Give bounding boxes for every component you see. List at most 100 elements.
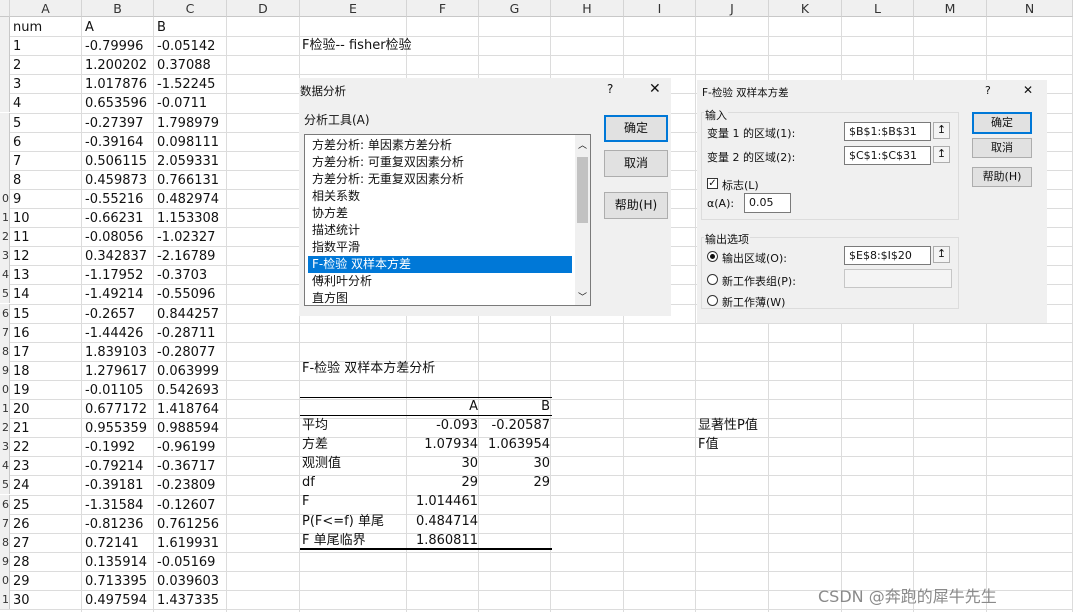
num-cell[interactable]: 12 [13, 247, 30, 266]
num-cell[interactable]: 3 [13, 75, 21, 94]
b-value-cell[interactable]: 1.437335 [157, 591, 219, 610]
a-value-cell[interactable]: 0.506115 [85, 152, 147, 171]
a-value-cell[interactable]: 0.72141 [85, 534, 139, 553]
row-header[interactable] [0, 17, 10, 36]
row-header[interactable]: 3 [0, 246, 10, 265]
num-cell[interactable]: 26 [13, 515, 30, 534]
tools-listbox[interactable]: 方差分析: 单因素方差分析 方差分析: 可重复双因素分析 方差分析: 无重复双因素分… [304, 134, 591, 306]
row-header[interactable]: 2 [0, 227, 10, 246]
b-value-cell[interactable]: -1.02327 [157, 228, 215, 247]
new-sheet-input[interactable] [844, 269, 952, 288]
b-value-cell[interactable]: 2.059331 [157, 152, 219, 171]
num-cell[interactable]: 2 [13, 56, 21, 75]
b-value-cell[interactable]: 1.619931 [157, 534, 219, 553]
b-value-cell[interactable]: -0.05169 [157, 553, 215, 572]
num-cell[interactable]: 23 [13, 457, 30, 476]
num-cell[interactable]: 22 [13, 438, 30, 457]
cancel-button[interactable]: 取消 [972, 138, 1032, 158]
a-value-cell[interactable]: -0.81236 [85, 515, 143, 534]
num-cell[interactable]: 13 [13, 266, 30, 285]
a-value-cell[interactable]: -0.01105 [85, 381, 143, 400]
num-cell[interactable]: 29 [13, 572, 30, 591]
b-value-cell[interactable]: 0.098111 [157, 133, 219, 152]
select-all-corner[interactable] [0, 0, 10, 17]
row-header[interactable]: 9 [0, 552, 10, 571]
scroll-thumb[interactable] [577, 157, 588, 223]
b-value-cell[interactable]: 0.482974 [157, 190, 219, 209]
a-value-cell[interactable]: 0.459873 [85, 171, 147, 190]
alpha-input[interactable]: 0.05 [744, 193, 791, 213]
a-value-cell[interactable]: 0.497594 [85, 591, 147, 610]
a-value-cell[interactable]: 0.677172 [85, 400, 147, 419]
a-value-cell[interactable]: -0.27397 [85, 114, 143, 133]
num-cell[interactable]: 8 [13, 171, 21, 190]
close-icon[interactable]: ✕ [1023, 83, 1033, 97]
a-value-cell[interactable]: 1.017876 [85, 75, 147, 94]
row-header[interactable]: 0 [0, 189, 10, 208]
a-value-cell[interactable]: 0.653596 [85, 94, 147, 113]
b-value-cell[interactable]: 0.988594 [157, 419, 219, 438]
b-value-cell[interactable]: 1.418764 [157, 400, 219, 419]
b-value-cell[interactable]: -0.3703 [157, 266, 207, 285]
row-header[interactable]: 3 [0, 437, 10, 456]
num-cell[interactable]: 9 [13, 190, 21, 209]
new-sheet-radio[interactable] [707, 274, 718, 285]
collapse-ref-icon[interactable]: ↥ [933, 146, 950, 163]
b-value-cell[interactable]: 0.039603 [157, 572, 219, 591]
ok-button[interactable]: 确定 [972, 112, 1032, 134]
num-cell[interactable]: 28 [13, 553, 30, 572]
column-header-A[interactable]: A [10, 0, 82, 17]
tool-list-item[interactable]: 描述统计 [308, 222, 572, 239]
a-value-cell[interactable]: -0.55216 [85, 190, 143, 209]
row-header[interactable]: 6 [0, 495, 10, 514]
tool-list-item[interactable]: 方差分析: 单因素方差分析 [308, 137, 572, 154]
tool-list-item[interactable]: 方差分析: 无重复双因素分析 [308, 171, 572, 188]
column-header-F[interactable]: F [407, 0, 479, 17]
row-header[interactable] [0, 36, 10, 55]
tool-list-item[interactable]: 协方差 [308, 205, 572, 222]
num-cell[interactable]: 27 [13, 534, 30, 553]
row-header[interactable]: 4 [0, 456, 10, 475]
column-header-E[interactable]: E [300, 0, 407, 17]
a-value-cell[interactable]: -1.49214 [85, 285, 143, 304]
help-button[interactable]: 帮助(H) [604, 192, 668, 219]
row-header[interactable]: 4 [0, 265, 10, 284]
b-value-cell[interactable]: -0.12607 [157, 496, 215, 515]
a-value-cell[interactable]: 0.955359 [85, 419, 147, 438]
tools-scrollbar[interactable]: ︿ ﹀ [575, 135, 590, 305]
tool-list-item[interactable]: F-检验 双样本方差 [308, 256, 572, 273]
num-cell[interactable]: 1 [13, 37, 21, 56]
new-book-radio[interactable] [707, 295, 718, 306]
row-header[interactable] [0, 113, 10, 132]
a-value-cell[interactable]: -0.79214 [85, 457, 143, 476]
header-cell[interactable]: B [157, 18, 166, 37]
chevron-up-icon[interactable]: ︿ [578, 138, 587, 151]
b-value-cell[interactable]: -0.36717 [157, 457, 215, 476]
row-header[interactable]: 1 [0, 399, 10, 418]
b-value-cell[interactable]: -0.0711 [157, 94, 207, 113]
a-value-cell[interactable]: -1.17952 [85, 266, 143, 285]
column-header-B[interactable]: B [82, 0, 154, 17]
a-value-cell[interactable]: 0.713395 [85, 572, 147, 591]
row-header[interactable]: 7 [0, 323, 10, 342]
tool-list-item[interactable]: 指数平滑 [308, 239, 572, 256]
row-header[interactable]: 1 [0, 590, 10, 609]
num-cell[interactable]: 16 [13, 324, 30, 343]
column-header-L[interactable]: L [842, 0, 914, 17]
row-header[interactable]: 5 [0, 284, 10, 303]
num-cell[interactable]: 4 [13, 94, 21, 113]
b-value-cell[interactable]: 0.761256 [157, 515, 219, 534]
num-cell[interactable]: 6 [13, 133, 21, 152]
output-range-radio[interactable] [707, 251, 718, 262]
row-header[interactable] [0, 93, 10, 112]
tool-list-item[interactable]: 直方图 [308, 290, 572, 305]
b-value-cell[interactable]: -0.96199 [157, 438, 215, 457]
num-cell[interactable]: 21 [13, 419, 30, 438]
cancel-button[interactable]: 取消 [604, 150, 668, 177]
num-cell[interactable]: 20 [13, 400, 30, 419]
a-value-cell[interactable]: -1.31584 [85, 496, 143, 515]
row-header[interactable]: 7 [0, 514, 10, 533]
row-header[interactable]: 0 [0, 380, 10, 399]
row-header[interactable] [0, 55, 10, 74]
var1-input[interactable]: $B$1:$B$31 [844, 122, 931, 141]
